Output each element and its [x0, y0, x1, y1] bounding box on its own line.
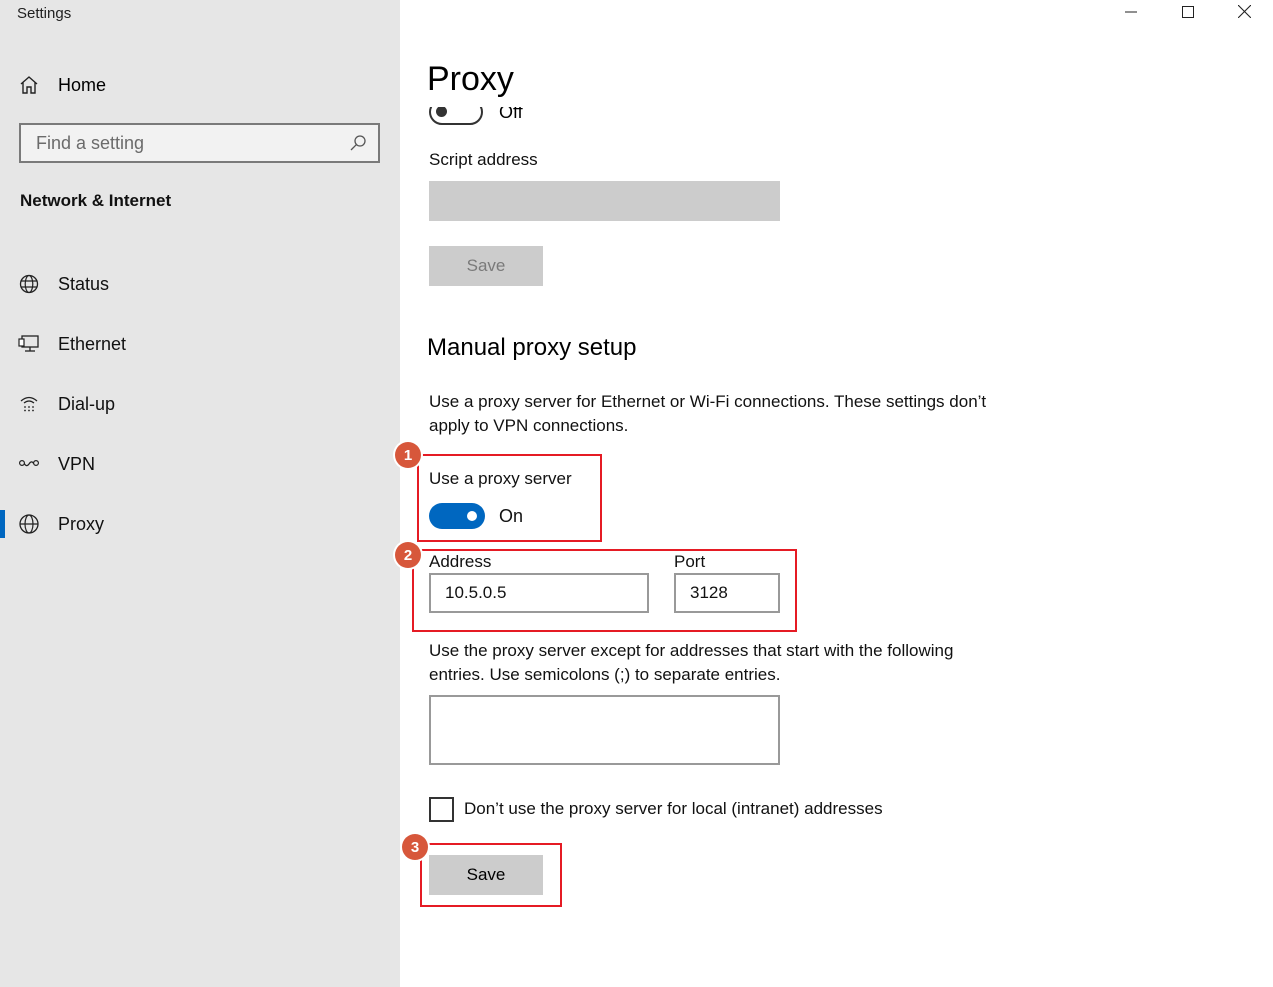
annotation-badge-1: 1: [395, 442, 421, 468]
sidebar-nav: Status Ethernet Dial-up VPN Proxy: [0, 254, 400, 554]
annotation-box-1: [417, 454, 602, 542]
search-box[interactable]: [19, 123, 380, 163]
auto-script-toggle-state: Off: [499, 107, 523, 122]
local-bypass-checkbox[interactable]: [429, 797, 454, 822]
home-link[interactable]: Home: [18, 73, 106, 97]
exceptions-description: Use the proxy server except for addresse…: [429, 641, 954, 684]
annotation-box-3: [420, 843, 562, 907]
auto-script-toggle[interactable]: [429, 107, 485, 127]
sidebar-item-dialup[interactable]: Dial-up: [0, 374, 400, 434]
sidebar-item-status[interactable]: Status: [0, 254, 400, 314]
annotation-box-2: [412, 549, 797, 632]
sidebar-item-label: Proxy: [58, 513, 105, 534]
search-icon[interactable]: [348, 133, 368, 153]
annotation-badge-3: 3: [402, 834, 428, 860]
script-address-input[interactable]: [429, 181, 780, 221]
sidebar-item-vpn[interactable]: VPN: [0, 434, 400, 494]
ethernet-icon: [18, 333, 40, 355]
dialup-icon: [18, 393, 40, 415]
sidebar-item-label: Ethernet: [58, 333, 127, 354]
globe-status-icon: [18, 273, 40, 295]
exceptions-input[interactable]: [429, 695, 780, 765]
vpn-icon: [18, 453, 40, 475]
sidebar: Settings Home Network & Internet Status …: [0, 0, 400, 987]
local-bypass-label: Don’t use the proxy server for local (in…: [464, 799, 883, 818]
app-title: Settings: [17, 5, 72, 22]
sidebar-item-label: Status: [58, 273, 110, 294]
search-input[interactable]: [36, 132, 348, 154]
sidebar-item-ethernet[interactable]: Ethernet: [0, 314, 400, 374]
manual-proxy-heading: Manual proxy setup: [427, 334, 637, 361]
home-icon: [18, 74, 40, 96]
globe-icon: [18, 513, 40, 535]
main-content: Proxy Off Script address Save Manual pro…: [395, 0, 1273, 987]
manual-proxy-description: Use a proxy server for Ethernet or Wi-Fi…: [429, 392, 987, 435]
home-label: Home: [58, 74, 107, 95]
script-address-label: Script address: [429, 150, 538, 169]
sidebar-item-label: VPN: [58, 453, 96, 474]
page-title: Proxy: [427, 60, 514, 98]
annotation-badge-2: 2: [395, 542, 421, 568]
sidebar-item-label: Dial-up: [58, 393, 116, 414]
sidebar-item-proxy[interactable]: Proxy: [0, 494, 400, 554]
script-save-button[interactable]: Save: [429, 246, 543, 286]
section-title: Network & Internet: [20, 191, 172, 210]
